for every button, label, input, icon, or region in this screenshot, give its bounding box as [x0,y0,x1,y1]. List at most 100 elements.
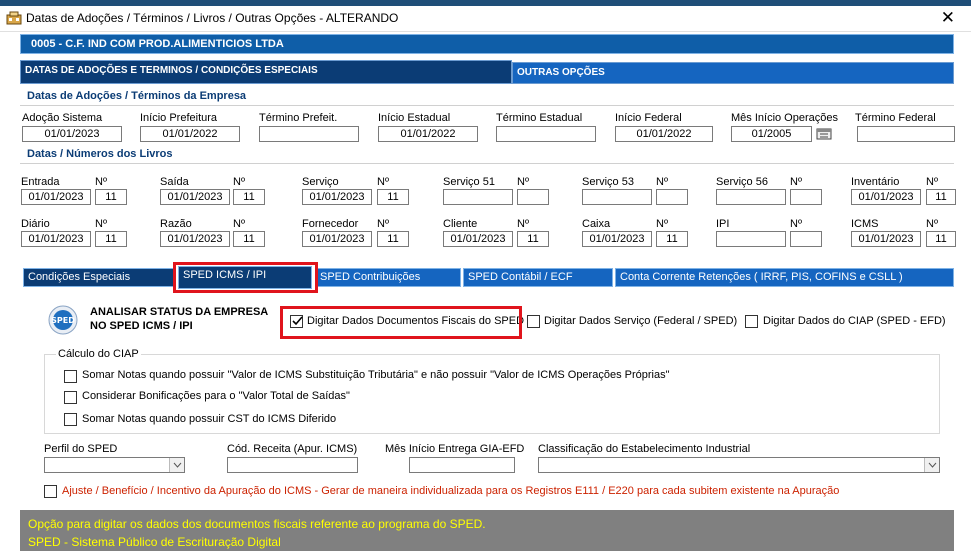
ciap-opt2-label[interactable]: Considerar Bonificações para o "Valor To… [82,390,350,402]
mes-inicio-operacoes-field[interactable]: 01/2005 [731,126,812,142]
tab-sped-contribuicoes[interactable]: SPED Contribuições [315,268,461,287]
ipi-date-field[interactable] [716,231,786,247]
chk-ajuste-beneficio[interactable] [44,485,57,498]
entrada-label: Entrada [21,176,60,188]
inventario-num-field[interactable]: 11 [926,189,956,205]
razao-label: Razão [160,218,192,230]
calendar-icon[interactable] [816,126,832,140]
tab-sped-contabil-ecf[interactable]: SPED Contábil / ECF [463,268,613,287]
servico51-date-field[interactable] [443,189,513,205]
icms-label: ICMS [851,218,879,230]
digitar-ciap-label[interactable]: Digitar Dados do CIAP (SPED - EFD) [763,315,946,327]
fornecedor-num-label: Nº [377,218,389,230]
entrada-num-field[interactable]: 11 [95,189,127,205]
classificacao-select[interactable] [538,457,940,473]
saida-num-field[interactable]: 11 [233,189,265,205]
saida-date-field[interactable]: 01/01/2023 [160,189,230,205]
ciap-opt1-label[interactable]: Somar Notas quando possuir "Valor de ICM… [82,369,670,381]
cliente-date-field[interactable]: 01/01/2023 [443,231,513,247]
digitar-servico-label[interactable]: Digitar Dados Serviço (Federal / SPED) [544,315,737,327]
cliente-num-label: Nº [517,218,529,230]
razao-num-field[interactable]: 11 [233,231,265,247]
chevron-down-icon[interactable] [169,458,184,472]
ciap-group-title: Cálculo do CIAP [56,348,141,360]
servico-num-field[interactable]: 11 [377,189,409,205]
cod-receita-field[interactable] [227,457,358,473]
servico53-num-field[interactable] [656,189,688,205]
adocoes-heading: Datas de Adoções / Términos da Empresa [20,90,954,106]
termino-prefeit-field[interactable] [259,126,359,142]
mes-gia-field[interactable] [409,457,515,473]
servico-date-field[interactable]: 01/01/2023 [302,189,372,205]
help-line1: Opção para digitar os dados dos document… [28,517,486,531]
tab-condicoes-especiais[interactable]: Condições Especiais [23,268,176,287]
analisar-status-line2[interactable]: NO SPED ICMS / IPI [90,320,193,332]
servico56-num-field[interactable] [790,189,822,205]
caixa-num-field[interactable]: 11 [656,231,688,247]
inicio-prefeitura-field[interactable]: 01/01/2022 [140,126,240,142]
caixa-date-field[interactable]: 01/01/2023 [582,231,652,247]
fornecedor-label: Fornecedor [302,218,359,230]
saida-num-label: Nº [233,176,245,188]
cod-receita-label: Cód. Receita (Apur. ICMS) [227,443,358,455]
razao-date-field[interactable]: 01/01/2023 [160,231,230,247]
sped-logo-text: SPED [51,316,75,325]
window-title: Datas de Adoções / Términos / Livros / O… [26,11,399,25]
chevron-down-icon[interactable] [924,458,939,472]
razao-num-label: Nº [233,218,245,230]
classificacao-label: Classificação do Estabelecimento Industr… [538,443,751,455]
inventario-num-label: Nº [926,176,938,188]
ciap-opt3-label[interactable]: Somar Notas quando possuir CST do ICMS D… [82,413,336,425]
servico-label: Serviço [302,176,339,188]
icms-num-label: Nº [926,218,938,230]
chk-ciap-opt2[interactable] [64,391,77,404]
tab-conta-corrente-retencoes[interactable]: Conta Corrente Retenções ( IRRF, PIS, CO… [615,268,954,287]
tab-outras-opcoes[interactable]: OUTRAS OPÇÕES [512,62,954,84]
livros-heading: Datas / Números dos Livros [20,148,954,164]
chk-digitar-servico[interactable] [527,315,540,328]
termino-prefeit-label: Término Prefeit. [259,112,338,124]
servico51-num-label: Nº [517,176,529,188]
termino-estadual-field[interactable] [496,126,596,142]
sped-logo-icon[interactable]: SPED [48,305,78,335]
chk-ciap-opt3[interactable] [64,413,77,426]
ipi-num-label: Nº [790,218,802,230]
adocao-sistema-field[interactable]: 01/01/2023 [22,126,122,142]
ipi-label: IPI [716,218,730,230]
analisar-status-line1[interactable]: ANALISAR STATUS DA EMPRESA [90,306,268,318]
termino-federal-label: Término Federal [855,112,936,124]
perfil-sped-select[interactable] [44,457,185,473]
mes-inicio-operacoes-label: Mês Início Operações [731,112,838,124]
servico56-date-field[interactable] [716,189,786,205]
diario-num-field[interactable]: 11 [95,231,127,247]
fornecedor-num-field[interactable]: 11 [377,231,409,247]
caixa-num-label: Nº [656,218,668,230]
inicio-federal-field[interactable]: 01/01/2022 [615,126,713,142]
saida-label: Saída [160,176,189,188]
cliente-label: Cliente [443,218,478,230]
inventario-date-field[interactable]: 01/01/2023 [851,189,921,205]
icms-num-field[interactable]: 11 [926,231,956,247]
ipi-num-field[interactable] [790,231,822,247]
chk-ciap-opt1[interactable] [64,370,77,383]
diario-num-label: Nº [95,218,107,230]
entrada-date-field[interactable]: 01/01/2023 [21,189,91,205]
termino-federal-field[interactable] [857,126,955,142]
fornecedor-date-field[interactable]: 01/01/2023 [302,231,372,247]
chk-digitar-ciap[interactable] [745,315,758,328]
tab-datas-adocoes[interactable]: DATAS DE ADOÇÕES E TERMINOS / CONDIÇÕES … [20,60,512,84]
cliente-num-field[interactable]: 11 [517,231,549,247]
highlight-box-tab [173,262,318,293]
icms-date-field[interactable]: 01/01/2023 [851,231,921,247]
close-icon[interactable]: ✕ [941,8,955,28]
diario-label: Diário [21,218,50,230]
inicio-estadual-field[interactable]: 01/01/2022 [378,126,478,142]
help-line2: SPED - Sistema Público de Escrituração D… [28,535,281,549]
sub-tabs: Condições Especiais SPED ICMS / IPI SPED… [23,266,954,289]
diario-date-field[interactable]: 01/01/2023 [21,231,91,247]
servico53-date-field[interactable] [582,189,652,205]
servico51-num-field[interactable] [517,189,549,205]
app-icon [6,11,22,25]
ajuste-beneficio-label[interactable]: Ajuste / Benefício / Incentivo da Apuraç… [62,485,839,497]
help-footer: Opção para digitar os dados dos document… [20,510,954,551]
